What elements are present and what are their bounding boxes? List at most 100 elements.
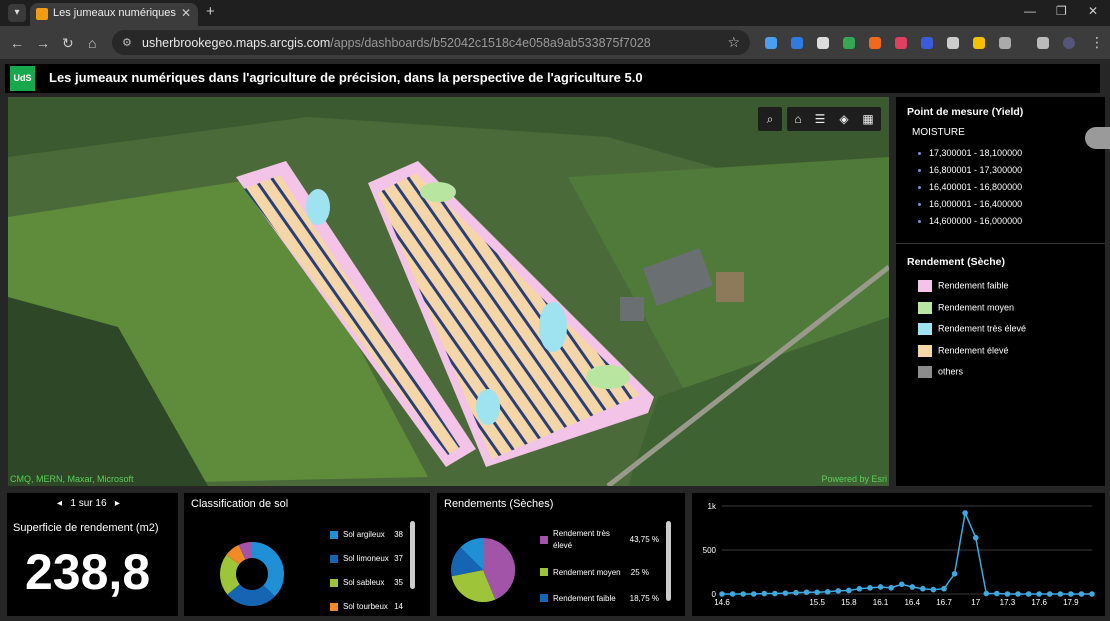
data-point[interactable]	[1025, 591, 1032, 597]
data-point[interactable]	[824, 589, 831, 595]
search-icon[interactable]: ⌕	[761, 110, 779, 128]
data-point[interactable]	[941, 585, 947, 592]
data-point[interactable]	[1036, 591, 1042, 597]
data-point[interactable]	[1015, 591, 1021, 597]
data-point[interactable]	[972, 534, 979, 541]
back-icon[interactable]: ←	[10, 35, 24, 51]
data-point[interactable]	[983, 590, 990, 597]
bookmark-star-icon[interactable]: ☆	[727, 34, 740, 51]
point-symbol-icon	[918, 186, 921, 190]
data-point[interactable]	[1004, 591, 1011, 597]
farm-building	[716, 272, 744, 302]
next-page-icon[interactable]: ▸	[115, 498, 120, 509]
data-point[interactable]	[930, 586, 937, 593]
drive-extension-icon[interactable]	[843, 37, 855, 49]
extension-icon[interactable]	[921, 37, 933, 49]
reload-icon[interactable]: ↻	[62, 35, 74, 52]
moisture-line-chart-panel: 1k 500 0 14.6 15.5 15.8 16.1 16.4 16.7 17 17.3 17.6…	[692, 493, 1105, 616]
data-point[interactable]	[740, 591, 746, 597]
data-point[interactable]	[719, 591, 725, 597]
soil-donut-chart[interactable]	[216, 538, 288, 610]
soil-legend-label[interactable]: Sol tourbeux	[343, 602, 388, 611]
data-point[interactable]	[909, 584, 916, 590]
legend-class: others	[918, 366, 963, 378]
polygon-swatch-icon	[918, 366, 932, 378]
restore-icon[interactable]: ❐	[1056, 4, 1067, 18]
satellite-map[interactable]	[8, 97, 889, 486]
data-point[interactable]	[856, 585, 863, 592]
data-point[interactable]	[750, 591, 757, 597]
data-point[interactable]	[1068, 591, 1074, 597]
extension-icon[interactable]	[895, 37, 907, 49]
data-point[interactable]	[1046, 591, 1053, 597]
data-point[interactable]	[877, 584, 884, 590]
address-bar[interactable]: ⚙ usherbrookegeo.maps.arcgis.com/apps/da…	[112, 30, 750, 55]
home-icon[interactable]: ⌂	[88, 35, 96, 51]
data-point[interactable]	[835, 588, 842, 594]
minimize-icon[interactable]: —	[1024, 4, 1036, 18]
data-point[interactable]	[803, 589, 810, 596]
site-info-icon[interactable]: ⚙	[122, 36, 132, 49]
data-point[interactable]	[814, 589, 820, 596]
extension-icon[interactable]	[869, 37, 881, 49]
data-point[interactable]	[1089, 591, 1095, 597]
browser-tab[interactable]: Les jumeaux numériques dans l ✕	[30, 3, 198, 26]
data-point[interactable]	[951, 570, 958, 577]
data-point[interactable]	[962, 510, 968, 516]
extensions-puzzle-icon[interactable]	[999, 37, 1011, 49]
tab-close-icon[interactable]: ✕	[181, 6, 191, 20]
forward-icon[interactable]: →	[36, 35, 50, 51]
legend-scrollbar[interactable]	[666, 521, 671, 601]
soil-legend-label[interactable]: Sol limoneux	[343, 554, 389, 563]
side-panel-toggle-button[interactable]	[1085, 127, 1110, 149]
powered-by-esri[interactable]: Powered by Esri	[821, 474, 887, 484]
yield-pie-chart[interactable]	[450, 537, 516, 603]
moisture-line-chart[interactable]: 1k500014.6 15.5 15.8 16.1 16.4 16.7 17 17.3 17.6…	[692, 493, 1105, 616]
data-point[interactable]	[994, 590, 1000, 597]
data-point[interactable]	[729, 591, 736, 597]
soil-legend-value: 35	[394, 578, 403, 587]
layers-icon[interactable]: ◈	[835, 110, 853, 128]
data-point[interactable]	[793, 589, 799, 596]
profile-avatar[interactable]	[1063, 37, 1075, 49]
data-point[interactable]	[888, 585, 894, 591]
data-point[interactable]	[867, 585, 873, 591]
tab-search-menu-button[interactable]: ▾	[8, 4, 26, 22]
map-view[interactable]: ⌕ ⌂ ☰ ◈ ▦ CMQ, MERN, Maxar, Microsoft Po…	[8, 97, 889, 486]
extension-icon[interactable]	[947, 37, 959, 49]
dashboard: UdS Les jumeaux numériques dans l'agricu…	[0, 59, 1110, 621]
point-symbol-icon	[918, 152, 921, 156]
previous-page-icon[interactable]: ◂	[57, 498, 62, 509]
x-tick-label: 15.5	[809, 598, 825, 607]
home-extent-icon[interactable]: ⌂	[789, 110, 807, 128]
soil-legend-label[interactable]: Sol sableux	[343, 578, 384, 587]
data-point[interactable]	[772, 590, 778, 597]
data-point[interactable]	[846, 587, 852, 594]
legend-list-icon[interactable]: ☰	[811, 110, 829, 128]
chrome-extension-icon[interactable]	[973, 37, 985, 49]
legend-layer-title: Rendement (Sèche)	[907, 256, 1006, 268]
soil-chart-title: Classification de sol	[191, 498, 289, 510]
data-point[interactable]	[761, 590, 768, 597]
yield-chart-title: Rendements (Sèches)	[444, 498, 554, 510]
extension-icon[interactable]	[765, 37, 777, 49]
map-search-tool[interactable]: ⌕	[758, 107, 782, 131]
basemap-gallery-icon[interactable]: ▦	[859, 110, 877, 128]
yield-legend-label[interactable]: Rendement faible	[553, 594, 616, 603]
yield-legend-label[interactable]: Rendement moyen	[553, 568, 621, 577]
data-point[interactable]	[782, 590, 789, 596]
browser-menu-icon[interactable]: ⋮	[1090, 34, 1104, 51]
close-window-icon[interactable]: ✕	[1088, 4, 1098, 18]
extension-icon[interactable]	[817, 37, 829, 49]
download-icon[interactable]	[1037, 37, 1049, 49]
legend-scrollbar[interactable]	[410, 521, 415, 589]
extension-icon[interactable]	[791, 37, 803, 49]
data-point[interactable]	[920, 585, 926, 592]
yield-legend-label[interactable]: Rendement très élevé	[553, 528, 623, 552]
soil-legend-label[interactable]: Sol argileux	[343, 530, 385, 539]
data-point[interactable]	[1078, 591, 1085, 597]
new-tab-button[interactable]: +	[206, 3, 215, 20]
data-point[interactable]	[898, 581, 905, 588]
data-point[interactable]	[1057, 591, 1064, 597]
yield-legend-value: 18,75 %	[629, 594, 659, 603]
